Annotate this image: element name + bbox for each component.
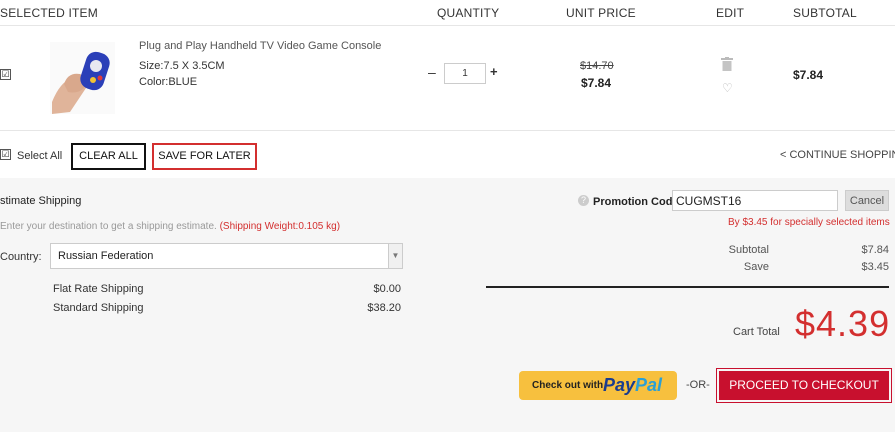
promotion-message: By $3.45 for specially selected items (728, 217, 890, 228)
chevron-down-icon[interactable]: ▼ (388, 244, 402, 268)
product-name[interactable]: Plug and Play Handheld TV Video Game Con… (139, 40, 381, 52)
cart-table-header: SELECTED ITEM QUANTITY UNIT PRICE EDIT S… (0, 0, 895, 26)
quantity-input[interactable]: 1 (444, 63, 486, 84)
summary-subtotal-label: Subtotal (728, 244, 769, 256)
checkout-panel: stimate Shipping Enter your destination … (0, 178, 895, 432)
shipping-option: Standard Shipping $38.20 (53, 302, 401, 314)
paypal-checkout-button[interactable]: Check out with PayPal (519, 371, 677, 400)
continue-shopping-link[interactable]: < CONTINUE SHOPPIN (780, 149, 895, 161)
col-quantity: QUANTITY (437, 6, 500, 20)
shipping-option-price: $38.20 (367, 302, 401, 314)
clear-all-button[interactable]: CLEAR ALL (71, 143, 146, 170)
unit-price: $7.84 (581, 76, 612, 90)
paypal-logo-pal: Pal (635, 375, 663, 395)
shipping-hint: Enter your destination to get a shipping… (0, 221, 340, 232)
cart-total-value: $4.39 (795, 303, 891, 344)
shipping-option-price: $0.00 (373, 283, 401, 295)
col-selected-item: SELECTED ITEM (0, 6, 98, 20)
country-select[interactable]: Russian Federation ▼ (50, 243, 403, 269)
paypal-logo-pay: Pay (603, 375, 636, 395)
save-for-later-button[interactable]: SAVE FOR LATER (152, 143, 257, 170)
product-thumbnail[interactable] (50, 42, 115, 114)
help-icon[interactable]: ? (578, 195, 589, 206)
promotion-cancel-button[interactable]: Cancel (845, 190, 889, 211)
original-price: $14.70 (580, 60, 614, 72)
quantity-decrease-button[interactable]: – (428, 64, 436, 80)
select-all-checkbox[interactable]: ☑ (0, 149, 11, 160)
promotion-code-label: Promotion Code: (593, 196, 683, 208)
product-color: Color:BLUE (139, 76, 198, 88)
cart-item-row: ☑ Plug and Play Handheld TV Video Game C… (0, 26, 895, 131)
trash-icon[interactable] (721, 57, 733, 76)
shipping-weight: (Shipping Weight:0.105 kg) (219, 221, 341, 232)
col-unit-price: UNIT PRICE (566, 6, 636, 20)
item-checkbox[interactable]: ☑ (0, 69, 11, 80)
summary-subtotal-value: $7.84 (861, 244, 889, 256)
heart-icon[interactable]: ♡ (722, 81, 733, 95)
summary-divider (486, 286, 889, 288)
promotion-code-input[interactable]: CUGMST16 (672, 190, 838, 211)
shipping-option: Flat Rate Shipping $0.00 (53, 283, 401, 295)
shipping-option-name: Standard Shipping (53, 302, 144, 314)
paypal-prefix: Check out with (532, 380, 604, 391)
estimate-shipping-title: stimate Shipping (0, 195, 82, 207)
col-subtotal: SUBTOTAL (793, 6, 857, 20)
col-edit: EDIT (716, 6, 745, 20)
product-size: Size:7.5 X 3.5CM (139, 60, 225, 72)
country-value: Russian Federation (58, 250, 154, 262)
shipping-hint-text: Enter your destination to get a shipping… (0, 221, 217, 232)
summary-save-label: Save (743, 261, 769, 273)
country-label: Country: (0, 251, 42, 263)
quantity-increase-button[interactable]: + (490, 64, 498, 79)
paypal-logo: PayPal (603, 375, 662, 396)
or-separator: -OR- (686, 379, 710, 391)
proceed-to-checkout-button[interactable]: PROCEED TO CHECKOUT (716, 368, 892, 403)
item-subtotal: $7.84 (793, 68, 824, 82)
shipping-option-name: Flat Rate Shipping (53, 283, 144, 295)
select-all-label[interactable]: Select All (17, 150, 62, 162)
summary-save-value: $3.45 (861, 261, 889, 273)
cart-total-label: Cart Total (733, 326, 780, 338)
